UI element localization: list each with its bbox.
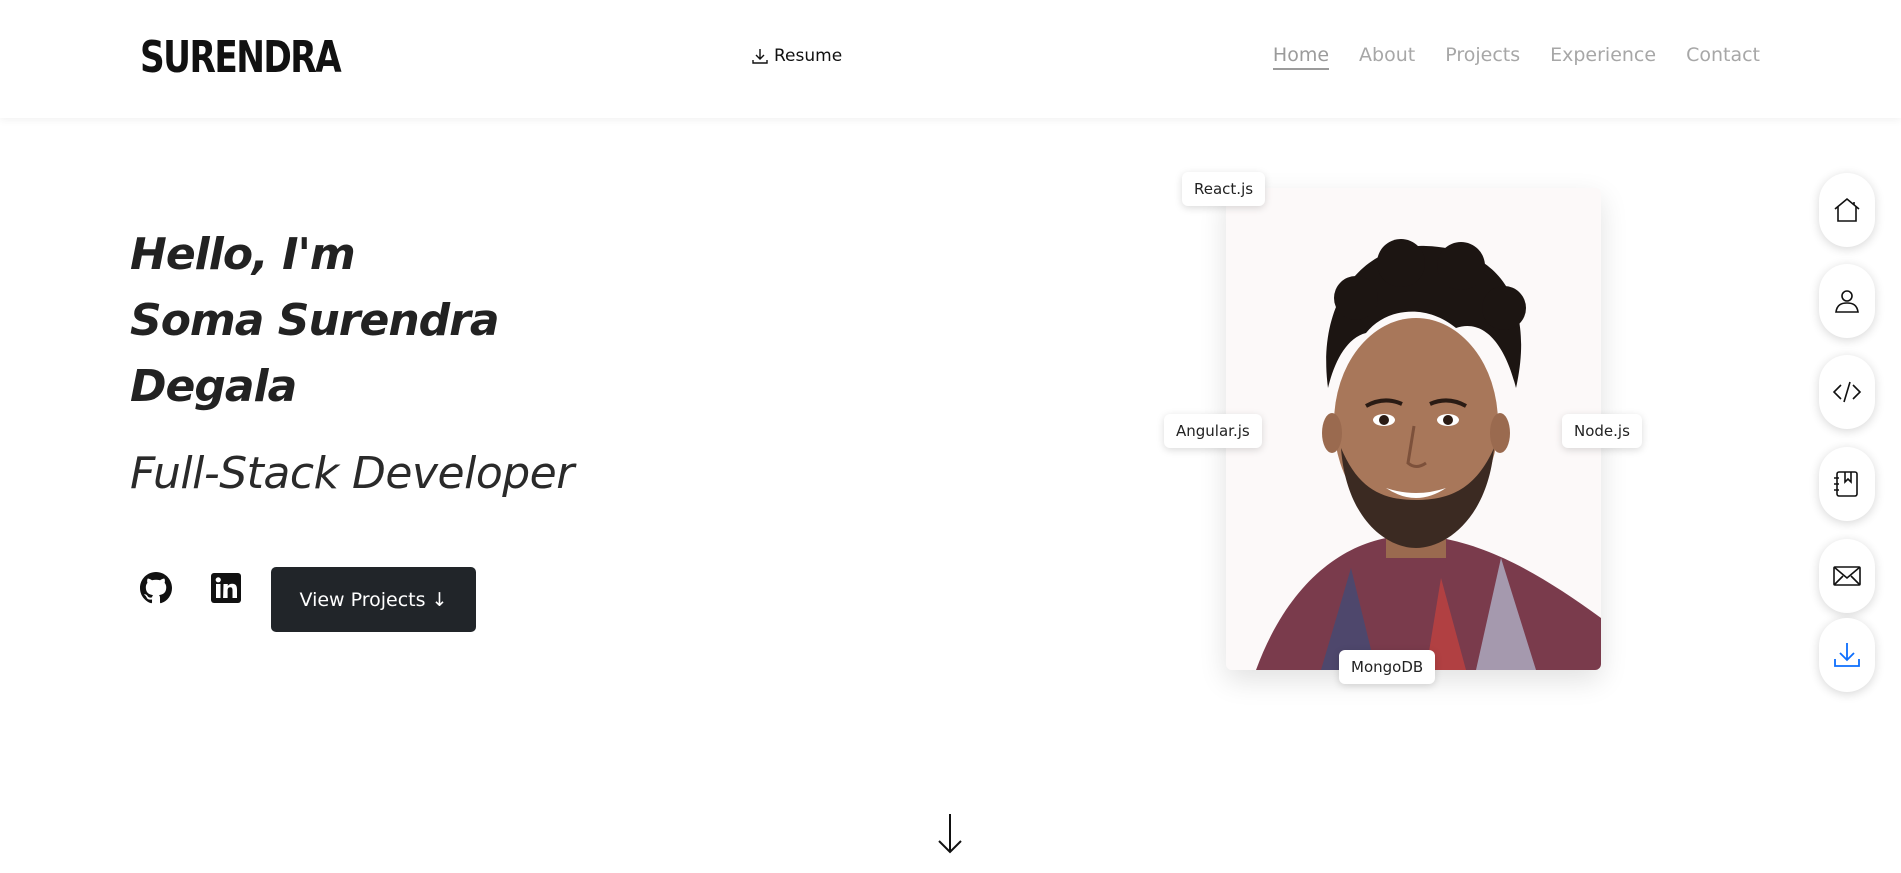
tag-react: React.js (1182, 172, 1266, 206)
download-icon (752, 49, 768, 64)
profile-photo (1226, 188, 1601, 670)
name-line-2: Degala (130, 361, 297, 412)
logo[interactable]: SURENDRA (140, 30, 342, 86)
notebook-icon (1834, 471, 1858, 497)
github-link[interactable] (134, 566, 178, 610)
linkedin-icon (211, 573, 241, 603)
tag-mongodb: MongoDB (1339, 650, 1436, 684)
nav-about[interactable]: About (1359, 44, 1415, 70)
download-icon (1834, 643, 1860, 667)
tag-angular: Angular.js (1164, 414, 1262, 448)
side-experience-button[interactable] (1819, 447, 1875, 521)
nav-contact[interactable]: Contact (1686, 44, 1760, 70)
nav-experience[interactable]: Experience (1550, 44, 1656, 70)
github-icon (140, 572, 172, 604)
linkedin-link[interactable] (204, 566, 248, 610)
main-nav: Home About Projects Experience Contact (1272, 44, 1760, 70)
name-line-1: Soma Surendra (130, 295, 500, 346)
user-icon (1835, 290, 1859, 313)
hero-heading: Hello, I'm Soma Surendra Degala (130, 222, 500, 420)
role-subtitle: Full-Stack Developer (130, 448, 574, 499)
portrait-image (1226, 188, 1601, 670)
resume-link[interactable]: Resume (750, 46, 842, 66)
side-about-button[interactable] (1819, 264, 1875, 338)
resume-label: Resume (774, 46, 843, 66)
arrow-down-icon (938, 814, 962, 854)
mail-icon (1833, 566, 1861, 586)
side-download-button[interactable] (1819, 618, 1875, 692)
view-projects-button[interactable]: View Projects ↓ (271, 567, 476, 632)
side-projects-button[interactable] (1819, 355, 1875, 429)
tag-node: Node.js (1562, 414, 1642, 448)
side-home-button[interactable] (1819, 173, 1875, 247)
header: SURENDRA Resume Home About Projects Expe… (0, 0, 1901, 118)
nav-home[interactable]: Home (1272, 44, 1330, 70)
home-icon (1834, 197, 1860, 222)
side-contact-button[interactable] (1819, 539, 1875, 613)
nav-projects[interactable]: Projects (1445, 44, 1520, 70)
scroll-down-arrow[interactable] (936, 812, 964, 854)
greeting: Hello, I'm (130, 229, 356, 280)
code-icon (1832, 381, 1862, 403)
